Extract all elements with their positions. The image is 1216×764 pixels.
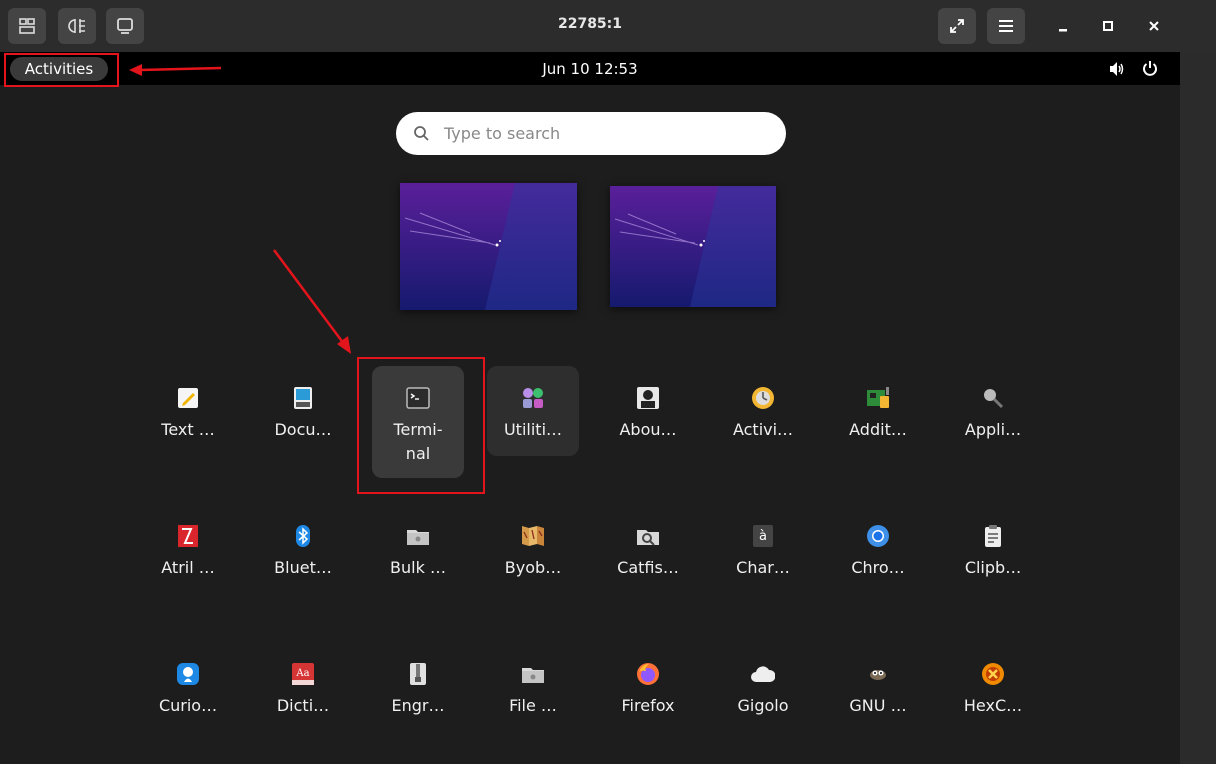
activity-log-icon [752,387,774,409]
app-label: Addit… [849,420,907,439]
app-firefox[interactable]: Firefox [602,642,694,754]
byobu-icon [522,526,544,546]
app-gigolo[interactable]: Gigolo [717,642,809,754]
gnome-top-bar: Activities Jun 10 12:53 [0,52,1180,85]
svg-text:Aa: Aa [295,668,309,679]
app-label: Bulk … [390,558,446,577]
app-activity-log[interactable]: Activi… [717,366,809,478]
app-utilities-folder[interactable]: Utiliti… [487,366,579,456]
app-label: Text … [161,420,215,439]
app-label: Char… [736,558,790,577]
app-label: Catfis… [617,558,679,577]
remote-desktop-screen[interactable]: Activities Jun 10 12:53 Type to search T… [0,52,1180,764]
activities-annotation-box [4,53,119,87]
hexchat-icon [982,663,1004,685]
gimp-icon [870,670,886,680]
app-label: Byob… [504,558,562,577]
app-gimp[interactable]: GNU … [832,642,924,754]
close-button[interactable] [1142,14,1166,38]
window-right-strip [1180,52,1216,764]
app-label: HexC… [963,696,1023,715]
app-label: File … [509,696,557,715]
terminal-annotation-box [357,357,485,494]
app-document-viewer[interactable]: Docu… [257,366,349,478]
app-label: Gigolo [737,696,789,715]
app-label: Engr… [391,696,445,715]
menu-icon [999,20,1013,32]
app-label: Curio… [158,696,218,715]
firefox-icon [637,663,659,685]
app-character-map[interactable]: à Char… [717,504,809,616]
search-icon [414,126,429,141]
app-label: Utiliti… [503,420,563,439]
character-map-icon: à [753,525,773,547]
app-chromium[interactable]: Chro… [832,504,924,616]
file-manager-icon [522,668,544,683]
window-titlebar: 22785:1 [0,0,1216,52]
bulk-rename-icon [407,530,429,545]
app-text-editor[interactable]: Text … [142,366,234,478]
minimize-button[interactable] [1051,14,1075,38]
app-label: Clipb… [964,558,1022,577]
app-label: Firefox [621,696,675,715]
app-label: Atril … [161,558,215,577]
app-label: Bluet… [274,558,332,577]
about-icon [637,387,659,409]
app-file-manager[interactable]: File … [487,642,579,754]
close-icon [1149,21,1159,31]
app-engrampa[interactable]: Engr… [372,642,464,754]
volume-icon[interactable] [1108,61,1126,77]
app-additional-drivers[interactable]: Addit… [832,366,924,478]
fullscreen-icon [950,19,964,33]
app-label: Docu… [274,420,332,439]
app-bluetooth[interactable]: Bluet… [257,504,349,616]
power-icon[interactable] [1142,60,1158,76]
app-atril[interactable]: Atril … [142,504,234,616]
workspace-thumbnail-1[interactable] [400,183,577,310]
app-curio[interactable]: Curio… [142,642,234,754]
app-application-finder[interactable]: Appli… [947,366,1039,478]
bluetooth-icon [296,525,310,547]
clock[interactable]: Jun 10 12:53 [0,60,1180,78]
gigolo-icon [751,666,775,682]
app-label: Appli… [964,420,1022,439]
app-bulk-rename[interactable]: Bulk … [372,504,464,616]
maximize-icon [1103,21,1113,31]
chromium-icon [867,525,889,547]
text-editor-icon [178,388,198,408]
curio-icon [177,663,199,685]
workspace-thumbnail-2[interactable] [610,186,776,307]
app-hexchat[interactable]: HexC… [947,642,1039,754]
atril-icon [178,525,198,547]
folder-tile [487,366,579,456]
app-finder-icon [984,389,1004,409]
app-dictionary[interactable]: Aa Dicti… [257,642,349,754]
fullscreen-button[interactable] [938,8,976,44]
document-viewer-icon [294,387,312,409]
app-label: Activi… [732,420,794,439]
dictionary-icon: Aa [292,663,314,685]
app-label: Dicti… [276,696,330,715]
utilities-folder-icon [523,388,543,408]
app-label: Abou… [619,420,677,439]
svg-text:à: à [759,529,767,544]
maximize-button[interactable] [1096,14,1120,38]
app-catfish[interactable]: Catfis… [602,504,694,616]
minimize-icon [1059,29,1067,32]
menu-button[interactable] [987,8,1025,44]
search-input[interactable]: Type to search [396,112,786,155]
catfish-icon [637,530,659,546]
app-about[interactable]: Abou… [602,366,694,478]
additional-drivers-icon [867,387,889,408]
app-label: Chro… [851,558,905,577]
engrampa-icon [410,663,426,685]
search-placeholder: Type to search [444,124,561,143]
app-label: GNU … [849,696,907,715]
app-clipboard-manager[interactable]: Clipb… [947,504,1039,616]
app-byobu[interactable]: Byob… [487,504,579,616]
clipboard-manager-icon [985,525,1001,547]
